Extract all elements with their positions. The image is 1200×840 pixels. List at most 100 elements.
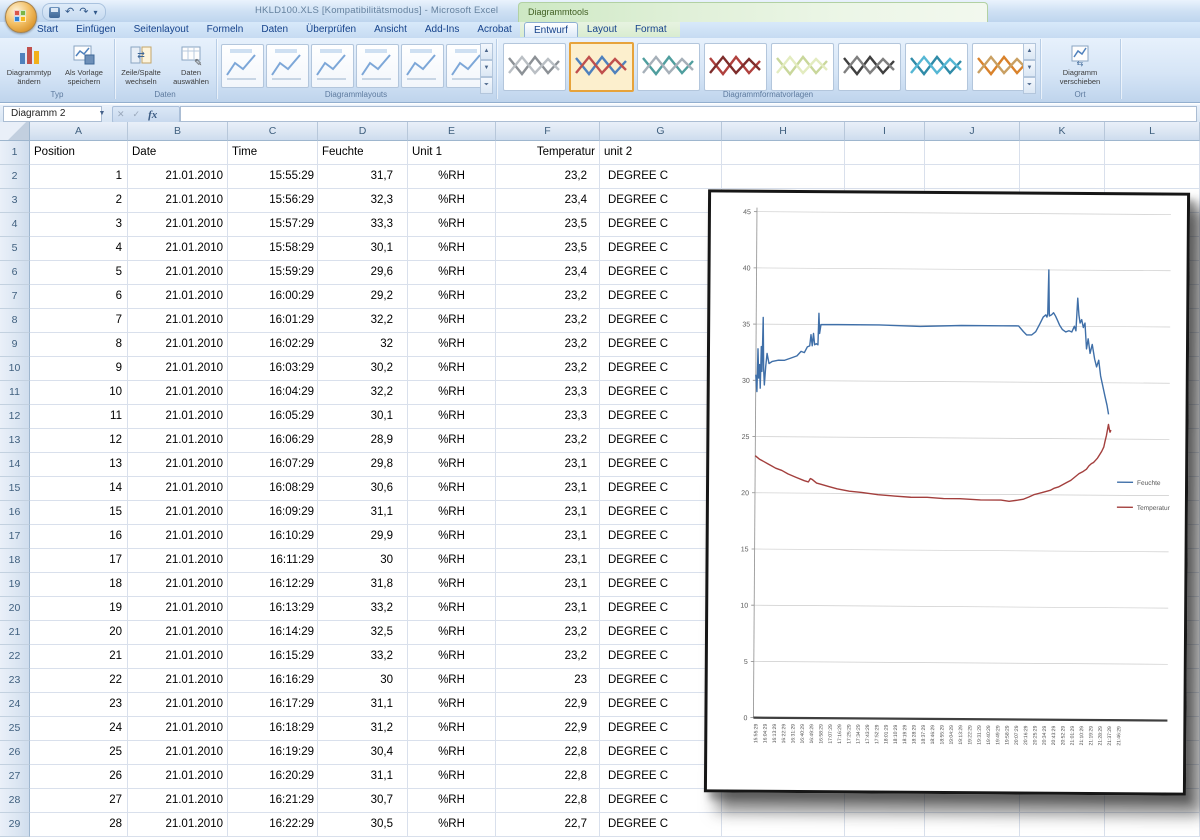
cell-C4[interactable]: 15:57:29: [228, 213, 318, 237]
cell-B28[interactable]: 21.01.2010: [128, 789, 228, 813]
cell-G11[interactable]: DEGREE C: [600, 381, 722, 405]
cell-E18[interactable]: %RH: [408, 549, 496, 573]
cell-C22[interactable]: 16:15:29: [228, 645, 318, 669]
col-header-F[interactable]: F: [496, 122, 600, 141]
cell-D14[interactable]: 29,8: [318, 453, 408, 477]
cell-D15[interactable]: 30,6: [318, 477, 408, 501]
cell-G1[interactable]: unit 2: [600, 141, 722, 165]
cell-E17[interactable]: %RH: [408, 525, 496, 549]
row-header-26[interactable]: 26: [0, 741, 30, 765]
chart-layout-thumb[interactable]: [311, 44, 354, 88]
cell-D25[interactable]: 31,2: [318, 717, 408, 741]
cell-B25[interactable]: 21.01.2010: [128, 717, 228, 741]
chart-style-thumb[interactable]: [838, 43, 901, 91]
move-chart-button[interactable]: ⇆ Diagramm verschieben: [1053, 42, 1107, 86]
tab-format[interactable]: Format: [626, 22, 676, 37]
cell-B12[interactable]: 21.01.2010: [128, 405, 228, 429]
cell-C27[interactable]: 16:20:29: [228, 765, 318, 789]
cell-B20[interactable]: 21.01.2010: [128, 597, 228, 621]
chart-layout-thumb[interactable]: [266, 44, 309, 88]
row-header-12[interactable]: 12: [0, 405, 30, 429]
cell-F5[interactable]: 23,5: [496, 237, 600, 261]
cell-F28[interactable]: 22,8: [496, 789, 600, 813]
cell-D27[interactable]: 31,1: [318, 765, 408, 789]
cell-C20[interactable]: 16:13:29: [228, 597, 318, 621]
row-header-2[interactable]: 2: [0, 165, 30, 189]
cell-E10[interactable]: %RH: [408, 357, 496, 381]
cell-F7[interactable]: 23,2: [496, 285, 600, 309]
cell-G15[interactable]: DEGREE C: [600, 477, 722, 501]
cell-F20[interactable]: 23,1: [496, 597, 600, 621]
row-header-10[interactable]: 10: [0, 357, 30, 381]
cell-G14[interactable]: DEGREE C: [600, 453, 722, 477]
cell-F22[interactable]: 23,2: [496, 645, 600, 669]
cell-B4[interactable]: 21.01.2010: [128, 213, 228, 237]
col-header-I[interactable]: I: [845, 122, 925, 141]
cell-E13[interactable]: %RH: [408, 429, 496, 453]
cell-C3[interactable]: 15:56:29: [228, 189, 318, 213]
tab-layout[interactable]: Layout: [578, 22, 626, 37]
cell-B17[interactable]: 21.01.2010: [128, 525, 228, 549]
row-header-23[interactable]: 23: [0, 669, 30, 693]
cell-A11[interactable]: 10: [30, 381, 128, 405]
tab-formeln[interactable]: Formeln: [198, 22, 253, 36]
cell-A22[interactable]: 21: [30, 645, 128, 669]
cell-A2[interactable]: 1: [30, 165, 128, 189]
cell-G5[interactable]: DEGREE C: [600, 237, 722, 261]
legend-feuchte-label[interactable]: Feuchte: [1137, 480, 1161, 487]
series-temperatur-line[interactable]: [754, 422, 1112, 503]
cell-L1[interactable]: [1105, 141, 1200, 165]
cell-D8[interactable]: 32,2: [318, 309, 408, 333]
cell-K1[interactable]: [1020, 141, 1105, 165]
cell-A10[interactable]: 9: [30, 357, 128, 381]
cell-D10[interactable]: 30,2: [318, 357, 408, 381]
cell-F10[interactable]: 23,2: [496, 357, 600, 381]
cell-B5[interactable]: 21.01.2010: [128, 237, 228, 261]
chart-layout-thumb[interactable]: [356, 44, 399, 88]
tab-seitenlayout[interactable]: Seitenlayout: [125, 22, 198, 36]
cell-A5[interactable]: 4: [30, 237, 128, 261]
save-as-template-button[interactable]: Als Vorlage speichern: [57, 42, 111, 86]
row-header-15[interactable]: 15: [0, 477, 30, 501]
row-header-7[interactable]: 7: [0, 285, 30, 309]
chart-layout-thumb[interactable]: [221, 44, 264, 88]
cell-F2[interactable]: 23,2: [496, 165, 600, 189]
cell-D23[interactable]: 30: [318, 669, 408, 693]
row-header-8[interactable]: 8: [0, 309, 30, 333]
row-header-22[interactable]: 22: [0, 645, 30, 669]
cell-J2[interactable]: [925, 165, 1020, 189]
embedded-chart[interactable]: 0 5 10 15 20 25 30 35 40 45 15:55:29 16:04:29 16:13:…: [703, 189, 1191, 796]
cell-A24[interactable]: 23: [30, 693, 128, 717]
cell-F6[interactable]: 23,4: [496, 261, 600, 285]
cell-F13[interactable]: 23,2: [496, 429, 600, 453]
insert-function-icon[interactable]: fx: [144, 109, 161, 121]
cell-F3[interactable]: 23,4: [496, 189, 600, 213]
row-header-13[interactable]: 13: [0, 429, 30, 453]
chart-style-thumb[interactable]: [905, 43, 968, 91]
gallery-scroll-up-icon[interactable]: ▲: [480, 43, 493, 60]
row-header-18[interactable]: 18: [0, 549, 30, 573]
cell-E22[interactable]: %RH: [408, 645, 496, 669]
cell-E24[interactable]: %RH: [408, 693, 496, 717]
cell-E3[interactable]: %RH: [408, 189, 496, 213]
row-header-14[interactable]: 14: [0, 453, 30, 477]
cell-H1[interactable]: [722, 141, 845, 165]
cell-G22[interactable]: DEGREE C: [600, 645, 722, 669]
cell-D20[interactable]: 33,2: [318, 597, 408, 621]
cell-C21[interactable]: 16:14:29: [228, 621, 318, 645]
cell-F4[interactable]: 23,5: [496, 213, 600, 237]
cell-A28[interactable]: 27: [30, 789, 128, 813]
cell-C23[interactable]: 16:16:29: [228, 669, 318, 693]
cell-H29[interactable]: [722, 813, 845, 837]
switch-row-column-button[interactable]: ⇄ Zeile/Spalte wechseln: [114, 42, 168, 86]
cell-E8[interactable]: %RH: [408, 309, 496, 333]
cell-G16[interactable]: DEGREE C: [600, 501, 722, 525]
cell-D9[interactable]: 32: [318, 333, 408, 357]
col-header-H[interactable]: H: [722, 122, 845, 141]
row-header-16[interactable]: 16: [0, 501, 30, 525]
cell-E12[interactable]: %RH: [408, 405, 496, 429]
cell-C12[interactable]: 16:05:29: [228, 405, 318, 429]
cell-D18[interactable]: 30: [318, 549, 408, 573]
row-header-11[interactable]: 11: [0, 381, 30, 405]
row-header-29[interactable]: 29: [0, 813, 30, 837]
